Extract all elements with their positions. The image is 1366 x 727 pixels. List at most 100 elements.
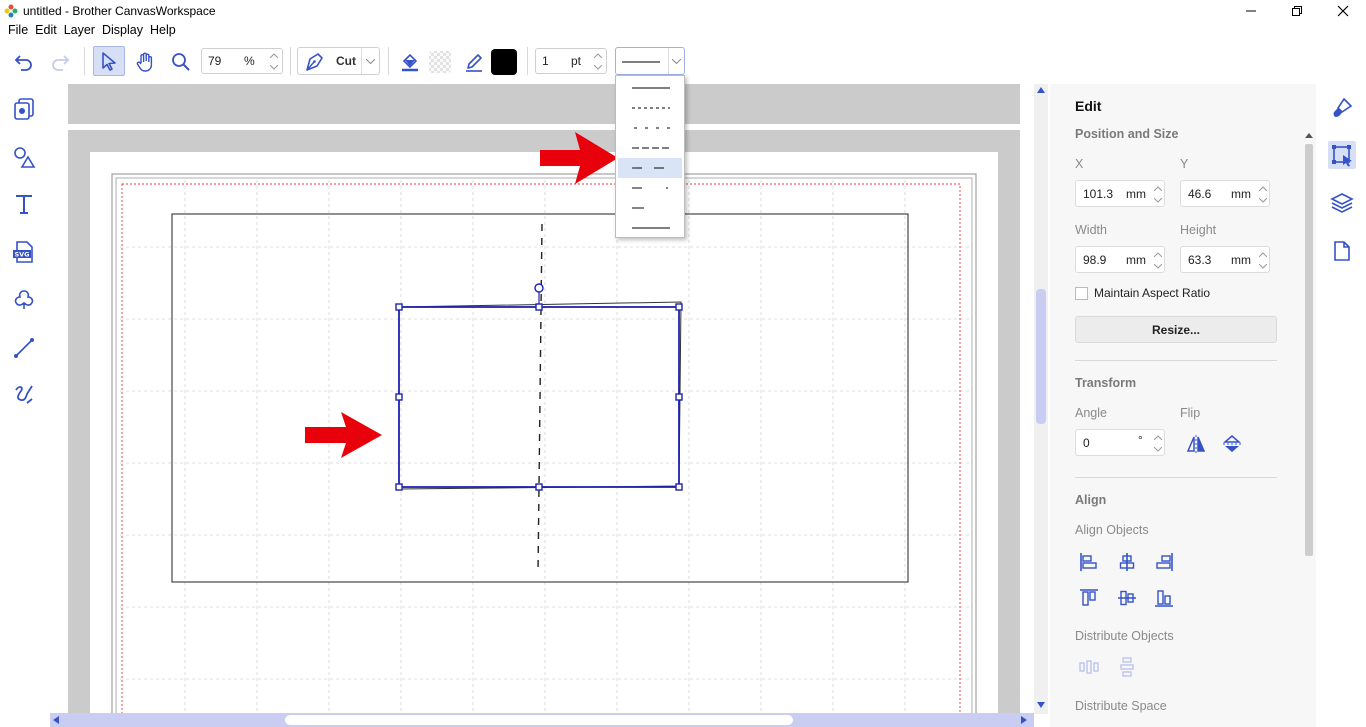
flip-vertical-icon[interactable] — [1221, 433, 1243, 455]
line-color-swatch[interactable] — [491, 49, 517, 75]
resize-button[interactable]: Resize... — [1075, 316, 1277, 343]
layers-button[interactable] — [1328, 189, 1356, 217]
app-logo-icon — [4, 4, 18, 18]
scroll-left-icon[interactable] — [53, 716, 59, 724]
line-style-option-solid[interactable] — [618, 78, 682, 98]
x-value: 101.3 — [1083, 187, 1114, 201]
y-up-button[interactable] — [1256, 182, 1270, 194]
pattern-icon[interactable] — [11, 287, 37, 313]
scroll-down-icon[interactable] — [1037, 702, 1045, 708]
angle-up-button[interactable] — [1151, 431, 1165, 443]
line-style-option-long-dash[interactable] — [618, 138, 682, 158]
width-down-button[interactable] — [1151, 260, 1165, 272]
line-style-option-short-dash[interactable] — [618, 198, 682, 218]
line-color-tool-button[interactable] — [460, 48, 488, 76]
zoom-input[interactable]: 79 % — [201, 48, 283, 74]
zoom-down-button[interactable] — [267, 62, 281, 73]
line-width-input[interactable]: 1 pt — [535, 48, 607, 74]
line-style-dropdown-arrow[interactable] — [668, 48, 684, 74]
canvas-vertical-scrollbar[interactable] — [1034, 84, 1048, 714]
text-icon[interactable] — [11, 191, 37, 217]
edit-panel-button[interactable] — [1328, 141, 1356, 169]
line-style-option-dash-spaced[interactable] — [618, 118, 682, 138]
shapes-icon[interactable] — [11, 144, 37, 170]
line-width-down-button[interactable] — [591, 62, 605, 73]
height-up-button[interactable] — [1256, 248, 1270, 260]
svg-text:SVG: SVG — [14, 251, 29, 259]
close-button[interactable] — [1320, 0, 1366, 22]
edit-panel-scroll-thumb[interactable] — [1305, 144, 1313, 556]
pointer-icon — [102, 52, 116, 71]
x-input[interactable]: 101.3 mm — [1075, 180, 1165, 207]
y-input[interactable]: 46.6 mm — [1180, 180, 1270, 207]
line-style-option-dash-fine[interactable] — [618, 98, 682, 118]
distribute-horizontal-icon[interactable] — [1078, 656, 1100, 678]
width-up-button[interactable] — [1151, 248, 1165, 260]
line-draw-icon[interactable] — [11, 335, 37, 361]
zoom-up-button[interactable] — [267, 50, 281, 61]
page-settings-button[interactable] — [1328, 237, 1356, 265]
align-left-icon[interactable] — [1078, 551, 1100, 573]
canvas-horizontal-scrollbar[interactable] — [50, 713, 1034, 727]
menu-edit[interactable]: Edit — [35, 22, 57, 40]
svg-import-icon[interactable]: SVG — [11, 239, 37, 265]
height-down-button[interactable] — [1256, 260, 1270, 272]
menu-help[interactable]: Help — [150, 22, 176, 40]
width-input[interactable]: 98.9 mm — [1075, 246, 1165, 273]
align-top-icon[interactable] — [1078, 587, 1100, 609]
menu-layer[interactable]: Layer — [64, 22, 95, 40]
select-tool-button[interactable] — [93, 46, 125, 76]
solid-long-line-icon — [632, 227, 670, 229]
line-style-option-solid-long[interactable] — [618, 218, 682, 238]
line-style-option-dash-dot[interactable] — [618, 178, 682, 198]
distribute-vertical-icon[interactable] — [1116, 656, 1138, 678]
flip-horizontal-icon[interactable] — [1185, 433, 1207, 455]
long-dash-wide-line-icon — [632, 167, 670, 169]
mode-select[interactable]: Cut — [297, 47, 380, 75]
horizontal-scroll-thumb[interactable] — [285, 715, 793, 725]
redo-icon — [52, 55, 70, 71]
line-width-up-button[interactable] — [591, 50, 605, 61]
pan-tool-button[interactable] — [131, 48, 159, 76]
line-width-value: 1 — [542, 54, 549, 68]
angle-input[interactable]: 0 ° — [1075, 429, 1165, 456]
scroll-up-icon[interactable] — [1305, 132, 1313, 138]
scroll-right-icon[interactable] — [1021, 716, 1027, 724]
vertical-scroll-thumb[interactable] — [1036, 289, 1046, 424]
undo-button[interactable] — [10, 49, 38, 75]
menu-display[interactable]: Display — [102, 22, 143, 40]
height-input[interactable]: 63.3 mm — [1180, 246, 1270, 273]
align-middle-vertical-icon[interactable] — [1116, 587, 1138, 609]
align-bottom-icon[interactable] — [1153, 587, 1175, 609]
fill-tool-button[interactable] — [396, 48, 424, 76]
maintain-aspect-label: Maintain Aspect Ratio — [1094, 286, 1211, 300]
object-properties-button[interactable] — [1328, 94, 1356, 122]
left-tool-panel: SVG — [0, 84, 50, 727]
chevron-down-icon — [1154, 197, 1162, 203]
x-down-button[interactable] — [1151, 194, 1165, 206]
x-up-button[interactable] — [1151, 182, 1165, 194]
align-center-horizontal-icon[interactable] — [1116, 551, 1138, 573]
line-style-select[interactable] — [615, 47, 685, 75]
page-icon — [1334, 241, 1350, 261]
transform-icon — [1332, 145, 1352, 167]
minimize-button[interactable] — [1228, 0, 1274, 22]
restore-button[interactable] — [1274, 0, 1320, 22]
y-down-button[interactable] — [1256, 194, 1270, 206]
line-style-option-long-dash-wide[interactable] — [618, 158, 682, 178]
edit-panel-scrollbar[interactable] — [1304, 132, 1314, 727]
angle-down-button[interactable] — [1151, 443, 1165, 455]
height-label: Height — [1180, 223, 1217, 237]
fill-color-swatch[interactable] — [426, 48, 454, 76]
menu-file[interactable]: File — [8, 22, 28, 40]
scroll-up-icon[interactable] — [1037, 87, 1045, 93]
template-icon[interactable] — [11, 96, 37, 122]
align-right-icon[interactable] — [1153, 551, 1175, 573]
y-value: 46.6 — [1188, 187, 1212, 201]
redo-button[interactable] — [46, 49, 74, 75]
zoom-tool-button[interactable] — [167, 48, 195, 76]
mode-dropdown-arrow[interactable] — [361, 48, 379, 74]
chevron-up-icon — [1154, 251, 1162, 257]
freehand-icon[interactable] — [11, 382, 37, 408]
maintain-aspect-checkbox[interactable] — [1075, 287, 1088, 300]
